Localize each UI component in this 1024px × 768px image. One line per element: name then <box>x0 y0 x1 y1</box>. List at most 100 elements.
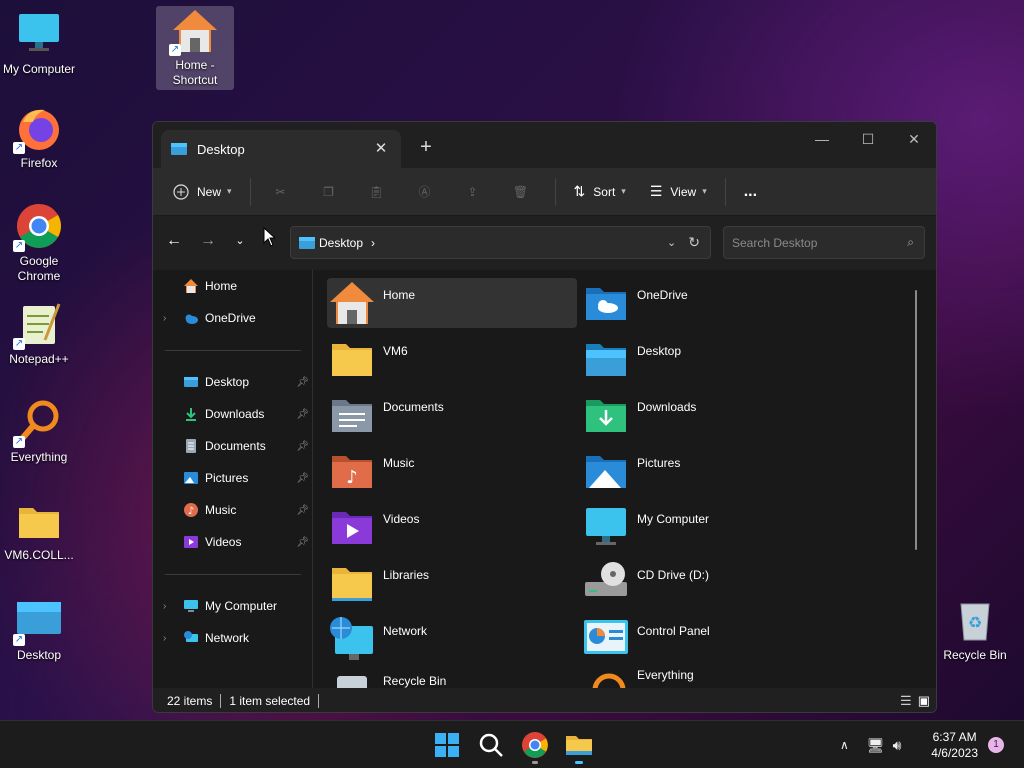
paste-icon[interactable]: 📋︎ <box>361 176 393 208</box>
details-view-icon[interactable]: ☰ <box>900 693 912 709</box>
rename-icon[interactable]: Ⓐ <box>409 176 441 208</box>
file-item-vm6[interactable]: VM6 <box>327 334 577 384</box>
see-more-button[interactable]: ... <box>736 176 765 208</box>
file-item-onedrive[interactable]: OneDrive <box>581 278 831 328</box>
pin-icon[interactable]: 📌︎ <box>296 441 309 452</box>
address-dropdown-icon[interactable]: ⌄ <box>667 236 676 249</box>
search-input[interactable] <box>732 235 908 250</box>
network-status-icon[interactable]: 🖥︎ <box>867 737 885 754</box>
sidebar-item-network[interactable]: › Network <box>163 624 309 652</box>
sidebar-item-my-computer[interactable]: › My Computer <box>163 592 309 620</box>
forward-button[interactable]: → <box>195 228 221 254</box>
desktop-icon-label: My Computer <box>2 62 76 76</box>
file-item-music[interactable]: ♪ Music <box>327 446 577 496</box>
new-button[interactable]: New ▾ <box>165 176 240 208</box>
file-item-label: My Computer <box>637 512 710 526</box>
desktop-icon-everything[interactable]: ↗ Everything <box>0 398 78 465</box>
desktop-icon-desktop[interactable]: ↗ Desktop <box>0 596 78 663</box>
search-icon <box>479 733 503 757</box>
file-item-libraries[interactable]: Libraries <box>327 558 577 608</box>
tab-desktop[interactable]: Desktop ✕ <box>161 130 401 168</box>
expand-chevron-icon[interactable]: › <box>163 313 177 324</box>
desktop-icon-firefox[interactable]: ↗ Firefox <box>0 104 78 171</box>
tiles-view-icon[interactable]: ▣ <box>918 693 930 709</box>
file-item-home[interactable]: Home <box>327 278 577 328</box>
expand-chevron-icon[interactable]: › <box>163 633 177 644</box>
sidebar-item-pictures[interactable]: Pictures 📌︎ <box>163 464 309 492</box>
pin-icon[interactable]: 📌︎ <box>296 377 309 388</box>
file-item-my-computer[interactable]: My Computer <box>581 502 831 552</box>
file-item-cd-drive[interactable]: CD Drive (D:) <box>581 558 831 608</box>
desktop-icon-home-shortcut[interactable]: ↗ Home - Shortcut <box>156 6 234 90</box>
file-item-everything[interactable]: Everything <box>581 670 831 688</box>
minimize-button[interactable]: — <box>799 126 845 152</box>
refresh-icon[interactable]: ↻ <box>688 234 700 251</box>
sidebar-item-desktop[interactable]: Desktop 📌︎ <box>163 368 309 396</box>
delete-icon[interactable]: 🗑︎ <box>505 176 537 208</box>
new-tab-button[interactable]: + <box>413 134 439 160</box>
pin-icon[interactable]: 📌︎ <box>296 537 309 548</box>
desktop-icon-recycle-bin[interactable]: ♻ Recycle Bin <box>936 596 1014 663</box>
taskbar-chrome[interactable] <box>519 729 551 764</box>
taskbar-file-explorer[interactable] <box>563 729 595 764</box>
desktop-icon-notepadpp[interactable]: ↗ Notepad++ <box>0 300 78 367</box>
volume-icon[interactable]: 🔊︎ <box>893 737 902 754</box>
file-item-recycle-bin[interactable]: Recycle Bin <box>327 670 577 688</box>
recent-locations-button[interactable]: ⌄ <box>227 228 253 254</box>
maximize-button[interactable]: ☐ <box>845 126 891 152</box>
cut-icon[interactable]: ✂ <box>265 176 297 208</box>
search-icon[interactable]: ⌕ <box>907 235 914 250</box>
share-icon[interactable]: ⇪ <box>457 176 489 208</box>
chevron-down-icon: ▾ <box>621 186 626 196</box>
desktop-icon-my-computer[interactable]: My Computer <box>0 10 78 77</box>
file-item-downloads[interactable]: Downloads <box>581 390 831 440</box>
notification-badge[interactable]: 1 <box>988 737 1004 753</box>
file-item-documents[interactable]: Documents <box>327 390 577 440</box>
pin-icon[interactable]: 📌︎ <box>296 409 309 420</box>
folder-icon <box>327 334 377 384</box>
videos-folder-icon <box>327 502 377 552</box>
tab-close-icon[interactable]: ✕ <box>369 137 393 161</box>
file-item-desktop[interactable]: Desktop <box>581 334 831 384</box>
search-box[interactable]: ⌕ <box>723 226 925 259</box>
desktop-icon-chrome[interactable]: ↗ Google Chrome <box>0 202 78 284</box>
file-list: Home VM6 Documents ♪ Music Videos Librar… <box>323 270 923 688</box>
desktop-folder-icon <box>184 377 198 387</box>
vertical-scrollbar[interactable] <box>915 290 917 550</box>
clock[interactable]: 6:37 AM 4/6/2023 <box>931 729 978 761</box>
copy-icon[interactable]: ❐ <box>313 176 345 208</box>
file-item-pictures[interactable]: Pictures <box>581 446 831 496</box>
file-item-network[interactable]: Network <box>327 614 577 664</box>
chevron-down-icon: ▾ <box>227 186 232 196</box>
close-window-button[interactable]: ✕ <box>891 126 936 152</box>
start-button[interactable] <box>431 729 463 761</box>
sort-button[interactable]: ⇅ Sort ▾ <box>566 176 634 208</box>
pin-icon[interactable]: 📌︎ <box>296 473 309 484</box>
address-path[interactable]: Desktop <box>319 236 363 250</box>
pin-icon[interactable]: 📌︎ <box>296 505 309 516</box>
file-item-control-panel[interactable]: Control Panel <box>581 614 831 664</box>
desktop-icon-vm6-folder[interactable]: VM6.COLL... <box>0 496 78 563</box>
mouse-cursor-icon <box>263 227 275 247</box>
sidebar-item-home[interactable]: Home <box>163 272 309 300</box>
sidebar-item-onedrive[interactable]: › OneDrive <box>163 304 309 332</box>
desktop-icon-label: Firefox <box>20 156 58 170</box>
show-hidden-icons-chevron-icon[interactable]: ∧ <box>840 738 849 752</box>
file-item-videos[interactable]: Videos <box>327 502 577 552</box>
sidebar-item-videos[interactable]: Videos 📌︎ <box>163 528 309 556</box>
documents-folder-icon <box>327 390 377 440</box>
breadcrumb-chevron-icon[interactable]: › <box>371 236 375 250</box>
address-bar[interactable]: Desktop › ⌄ ↻ <box>290 226 711 259</box>
folder-icon <box>15 496 63 544</box>
sidebar-item-label: Desktop <box>205 375 250 389</box>
plus-circle-icon <box>173 183 189 200</box>
sidebar-item-downloads[interactable]: Downloads 📌︎ <box>163 400 309 428</box>
sidebar-item-documents[interactable]: Documents 📌︎ <box>163 432 309 460</box>
desktop-folder-icon <box>581 334 631 384</box>
view-button[interactable]: ☰ View ▾ <box>642 176 715 208</box>
sidebar-item-music[interactable]: ♪ Music 📌︎ <box>163 496 309 524</box>
back-button[interactable]: ← <box>161 228 187 254</box>
expand-chevron-icon[interactable]: › <box>163 601 177 612</box>
download-icon <box>186 408 196 421</box>
taskbar-search-button[interactable] <box>475 729 507 761</box>
